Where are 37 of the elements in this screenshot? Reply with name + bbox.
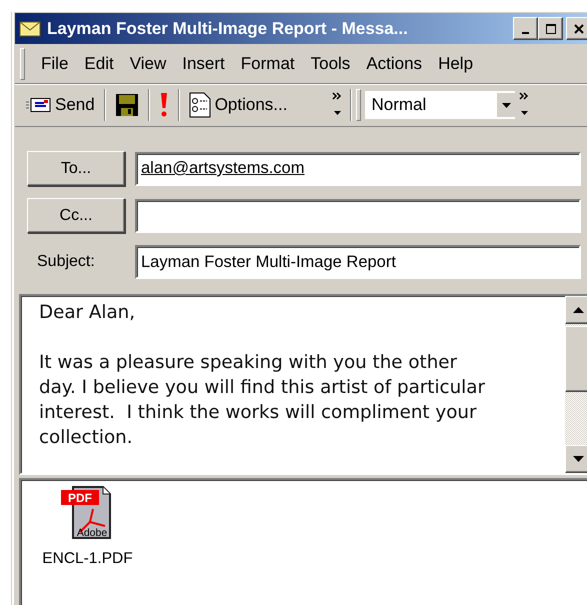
scrollbar-thumb[interactable] xyxy=(565,326,587,392)
window-title: Layman Foster Multi-Image Report - Messa... xyxy=(47,18,409,38)
style-dropdown[interactable]: Normal xyxy=(365,91,516,119)
exclamation-icon xyxy=(158,92,169,118)
address-button[interactable]: Cc... xyxy=(27,198,125,233)
input-field[interactable]: alan@artsystems.com xyxy=(135,152,581,186)
maximize-button[interactable] xyxy=(538,17,563,40)
envelope-icon xyxy=(19,20,41,36)
minimize-icon xyxy=(522,32,529,34)
scroll-down-button[interactable] xyxy=(565,445,587,473)
options-icon xyxy=(188,92,211,118)
menu-item[interactable]: Format xyxy=(232,54,303,74)
scroll-up-button[interactable] xyxy=(565,296,587,324)
field-label: Subject: xyxy=(36,253,96,271)
input-field[interactable] xyxy=(135,198,581,232)
minimize-button[interactable] xyxy=(513,17,538,40)
message-paragraph: Dear Alan, xyxy=(39,301,136,325)
send-button[interactable]: Send xyxy=(20,91,100,119)
dropdown-arrow-icon xyxy=(502,102,511,108)
menu-item[interactable]: Insert xyxy=(174,54,233,74)
close-button[interactable] xyxy=(566,17,587,40)
menu-item[interactable]: Edit xyxy=(76,54,122,74)
down-arrow-icon xyxy=(573,456,584,462)
menu-item[interactable]: Actions xyxy=(358,54,430,74)
up-arrow-icon xyxy=(573,307,584,313)
message-icon xyxy=(25,97,51,113)
maximize-icon xyxy=(544,22,556,34)
menu-item[interactable]: Help xyxy=(430,54,482,74)
options-button[interactable]: Options... xyxy=(184,88,292,122)
menu-item[interactable]: Tools xyxy=(302,54,358,74)
message-paragraph: It was a pleasure speaking with you the other day. I believe you will find this artist of particular interest. I think the works will compliment your collection. xyxy=(39,351,486,450)
menu-item[interactable]: View xyxy=(122,54,174,74)
address-button[interactable]: To... xyxy=(27,151,125,186)
close-icon xyxy=(572,22,584,34)
input-field[interactable]: Layman Foster Multi-Image Report xyxy=(135,245,581,279)
menu-item[interactable]: File xyxy=(33,54,76,74)
attachment-name[interactable]: ENCL-1.PDF xyxy=(42,550,133,568)
